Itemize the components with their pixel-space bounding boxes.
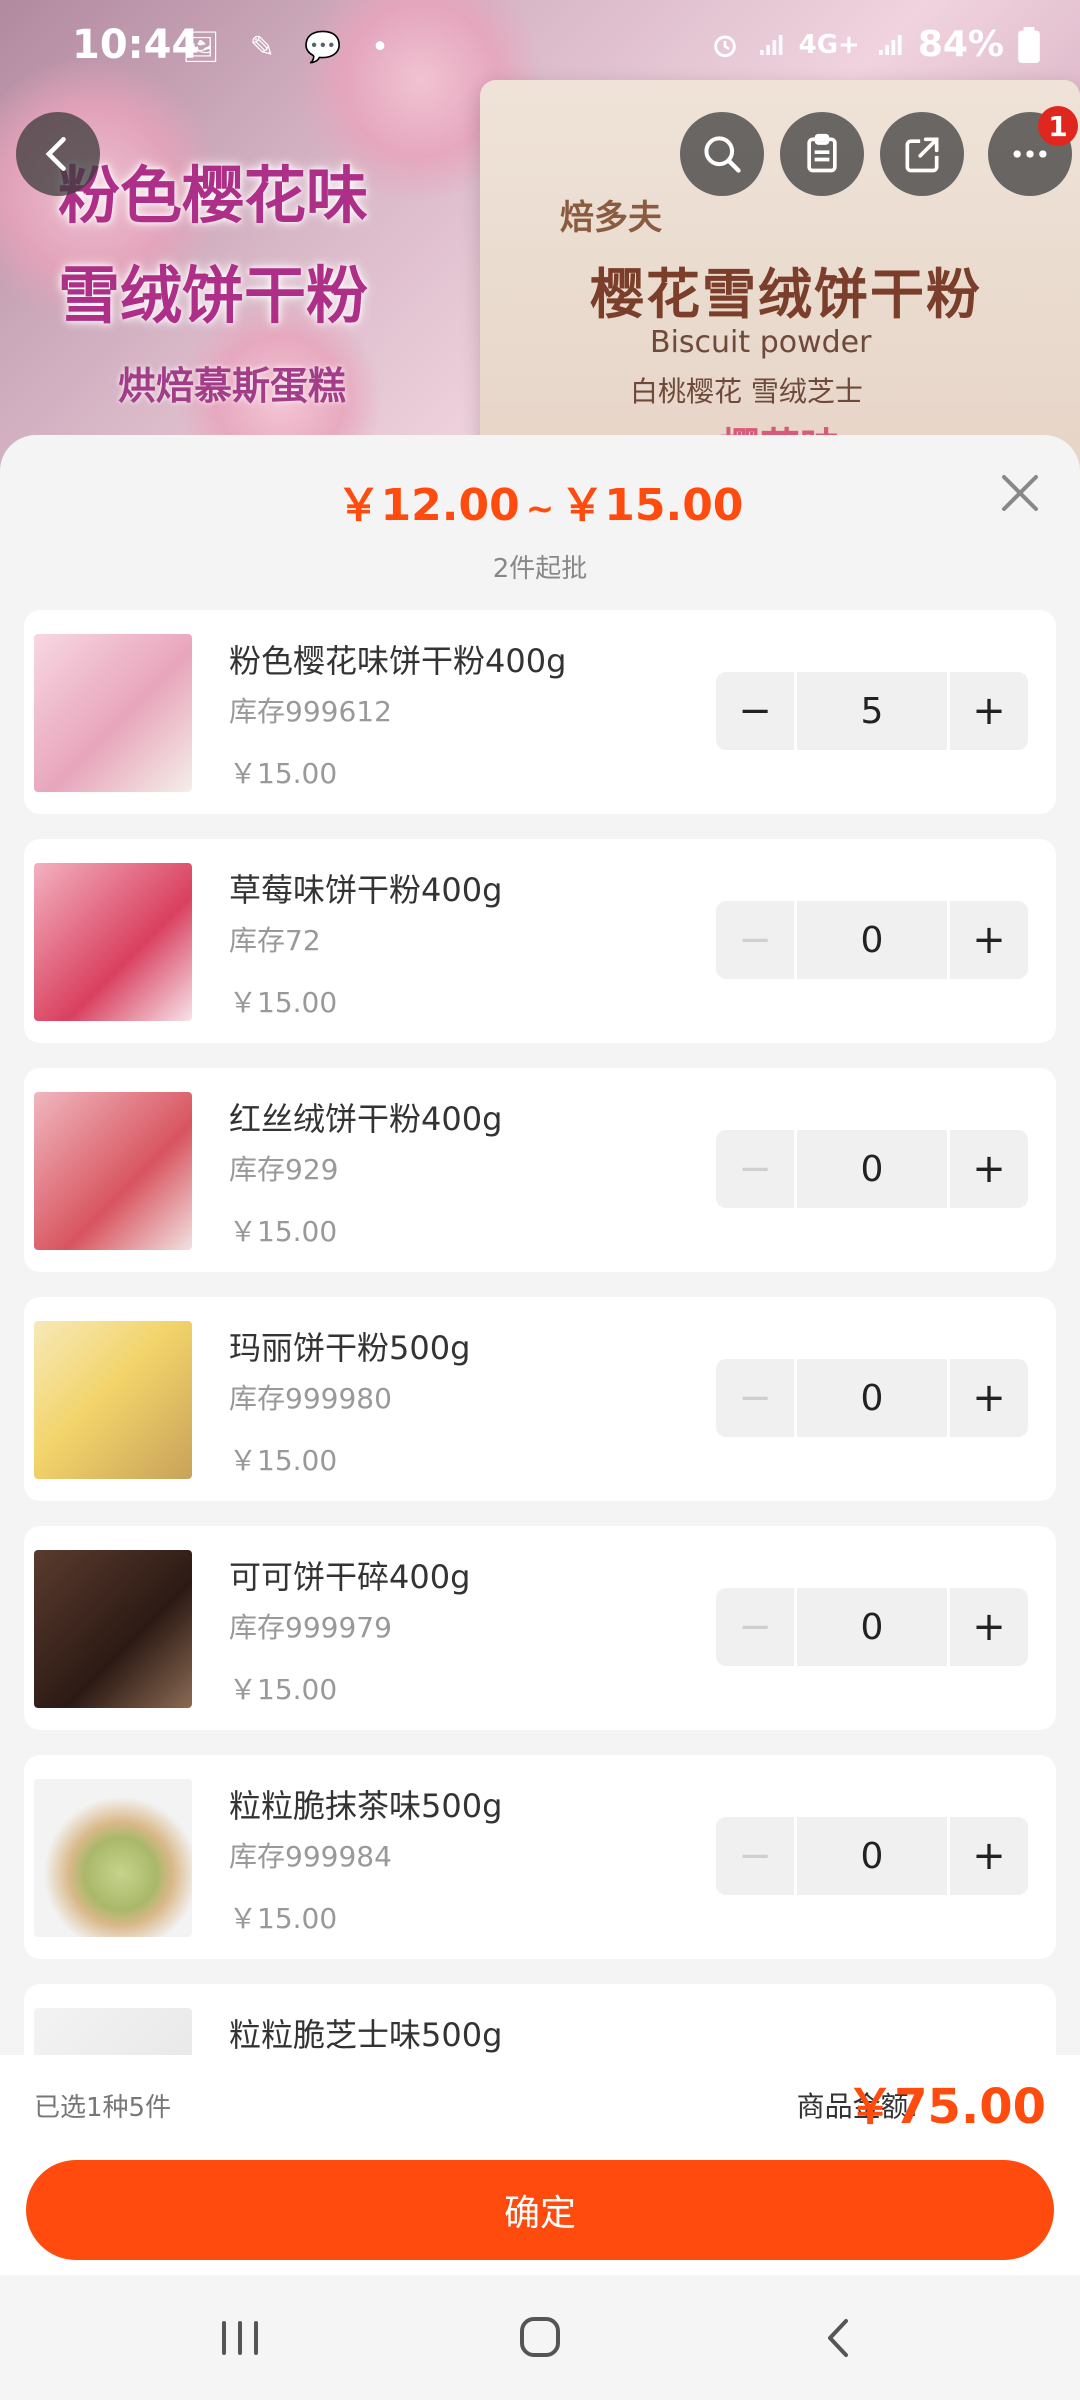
status-bar: 10:44 🖼 ✎ 💬 • 4G+ 84% — [0, 0, 1080, 92]
close-icon[interactable] — [996, 469, 1044, 517]
product-card: 粉色樱花味饼干粉400g 库存999612 ￥15.00 −5 + — [24, 610, 1056, 814]
increase-button[interactable]: + — [950, 1817, 1028, 1895]
bag-title: 樱花雪绒饼干粉 — [590, 263, 982, 326]
increase-button[interactable]: + — [950, 672, 1028, 750]
quantity-stepper: −0 + — [716, 1817, 1030, 1895]
product-thumbnail[interactable] — [34, 1779, 192, 1937]
product-price: ￥15.00 — [229, 1902, 338, 1935]
product-stock: 库存999984 — [229, 1840, 392, 1873]
confirm-button[interactable]: 确定 — [26, 2160, 1054, 2260]
quantity-stepper: −0 + — [716, 1130, 1030, 1208]
battery-icon — [1018, 26, 1040, 63]
bag-subtitle: Biscuit powder — [650, 325, 872, 360]
product-name: 粒粒脆抹茶味500g — [229, 1787, 503, 1825]
product-stock: 库存999979 — [229, 1611, 392, 1644]
product-card: 草莓味饼干粉400g 库存72 ￥15.00 −0 + — [24, 839, 1056, 1043]
status-time: 10:44 — [72, 22, 200, 68]
product-price: ￥15.00 — [229, 757, 338, 790]
decrease-button[interactable]: − — [716, 1817, 794, 1895]
quantity-value[interactable]: 0 — [797, 1359, 947, 1437]
product-card: 玛丽饼干粉500g 库存999980 ￥15.00 −0 + — [24, 1297, 1056, 1501]
amount-total: ￥75.00 — [846, 2079, 1046, 2135]
price-low: ￥12.00 — [336, 480, 520, 531]
share-icon — [905, 137, 939, 173]
increase-button[interactable]: + — [950, 901, 1028, 979]
increase-button[interactable]: + — [950, 1359, 1028, 1437]
product-name: 红丝绒饼干粉400g — [229, 1100, 503, 1138]
increase-button[interactable]: + — [950, 1588, 1028, 1666]
product-name: 粉色樱花味饼干粉400g — [229, 642, 567, 680]
increase-button[interactable]: + — [950, 1130, 1028, 1208]
decrease-button[interactable]: − — [716, 901, 794, 979]
decrease-button[interactable]: − — [716, 1130, 794, 1208]
product-card: 粒粒脆抹茶味500g 库存999984 ￥15.00 −0 + — [24, 1755, 1056, 1959]
product-price: ￥15.00 — [229, 1215, 338, 1248]
back-button[interactable] — [16, 112, 100, 196]
clipboard-icon — [807, 133, 837, 173]
product-name: 可可饼干碎400g — [229, 1558, 471, 1596]
search-icon — [704, 136, 741, 173]
quantity-stepper: −0 + — [716, 901, 1030, 979]
product-thumbnail[interactable] — [34, 634, 192, 792]
signal-icon-2 — [878, 34, 902, 55]
clipboard-button[interactable] — [780, 112, 864, 196]
price-range: ￥12.00 ~ ￥15.00 — [0, 469, 1080, 533]
bag-brand: 焙多夫 — [560, 198, 662, 238]
promo-line-1: 粉色樱花味 — [58, 159, 369, 232]
selected-count: 已选1种5件 — [34, 2093, 172, 2123]
product-price: ￥15.00 — [229, 1444, 338, 1477]
product-stock: 库存999980 — [229, 1382, 392, 1415]
product-name: 草莓味饼干粉400g — [229, 871, 503, 909]
product-list: 粉色樱花味饼干粉400g 库存999612 ￥15.00−5 + 草莓味饼干粉400g 库… — [24, 610, 1056, 2275]
min-order: 2件起批 — [492, 554, 588, 584]
quantity-value[interactable]: 0 — [797, 1588, 947, 1666]
product-stock: 库存999612 — [229, 695, 392, 728]
notification-icons: 🖼 ✎ 💬 • — [182, 30, 399, 65]
product-thumbnail[interactable] — [34, 1550, 192, 1708]
home-icon[interactable] — [510, 2313, 570, 2363]
product-thumbnail[interactable] — [34, 1092, 192, 1250]
quantity-value[interactable]: 0 — [797, 901, 947, 979]
search-button[interactable] — [680, 112, 764, 196]
more-button[interactable]: 1 — [988, 106, 1078, 196]
quantity-stepper: −0 + — [716, 1359, 1030, 1437]
price-tilde: ~ — [525, 489, 555, 529]
product-stock: 库存72 — [229, 924, 321, 957]
promo-line-2: 雪绒饼干粉 — [58, 259, 369, 332]
bag-subtitle-2: 白桃樱花 雪绒芝士 — [630, 375, 863, 408]
quantity-value[interactable]: 5 — [797, 672, 947, 750]
chevron-left-icon — [45, 137, 66, 171]
quantity-stepper: −5 + — [716, 672, 1030, 750]
product-thumbnail[interactable] — [34, 863, 192, 1021]
sku-selection-sheet: ￥12.00 ~ ￥15.00 2件起批 粉色樱花味饼干粉400g 库存999612 ￥… — [0, 435, 1080, 2275]
product-price: ￥15.00 — [229, 986, 338, 1019]
network-type: 4G+ — [798, 29, 860, 60]
system-nav-bar — [0, 2275, 1080, 2400]
decrease-button[interactable]: − — [716, 1588, 794, 1666]
recent-apps-icon[interactable] — [210, 2313, 270, 2363]
alarm-icon — [713, 35, 736, 57]
product-name: 粒粒脆芝士味500g — [229, 2016, 503, 2054]
nav-back-icon[interactable] — [810, 2313, 870, 2363]
product-thumbnail[interactable] — [34, 1321, 192, 1479]
decrease-button[interactable]: − — [716, 1359, 794, 1437]
notification-badge: 1 — [1038, 106, 1078, 146]
battery-percent: 84% — [917, 24, 1004, 65]
product-stock: 库存929 — [229, 1153, 339, 1186]
price-high: ￥15.00 — [560, 480, 744, 531]
product-price: ￥15.00 — [229, 1673, 338, 1706]
decrease-button[interactable]: − — [716, 672, 794, 750]
quantity-value[interactable]: 0 — [797, 1130, 947, 1208]
share-button[interactable] — [880, 112, 964, 196]
product-card: 红丝绒饼干粉400g 库存929 ￥15.00 −0 + — [24, 1068, 1056, 1272]
signal-icon — [759, 34, 783, 55]
order-summary: 已选1种5件 商品金额: ￥75.00 确定 — [0, 2055, 1080, 2275]
product-name: 玛丽饼干粉500g — [229, 1329, 471, 1367]
promo-line-3: 烘焙慕斯蛋糕 — [118, 364, 347, 408]
product-card: 可可饼干碎400g 库存999979 ￥15.00 −0 + — [24, 1526, 1056, 1730]
quantity-value[interactable]: 0 — [797, 1817, 947, 1895]
quantity-stepper: −0 + — [716, 1588, 1030, 1666]
